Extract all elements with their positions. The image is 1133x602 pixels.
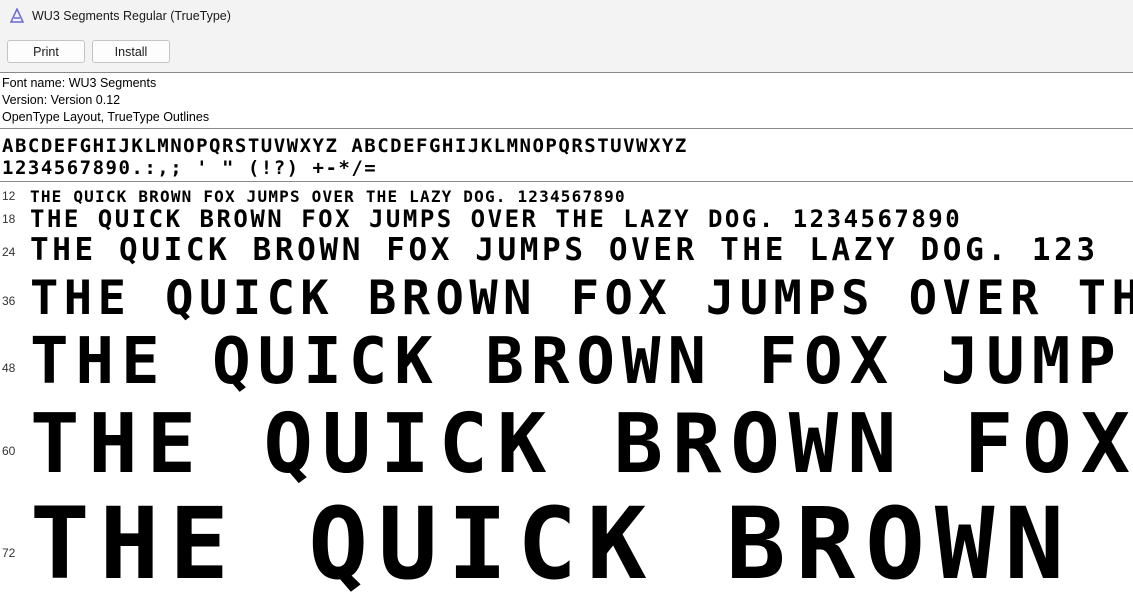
sample-line: THE QUICK BROWN FOX JUMP [30,325,1123,399]
size-label: 24 [2,245,16,259]
window-title: WU3 Segments Regular (TrueType) [32,9,231,23]
font-outline-type: OpenType Layout, TrueType Outlines [2,110,210,124]
size-label: 18 [2,212,16,226]
size-label: 12 [2,189,16,203]
charset-symbols: 1234567890.:,; ' " (!?) +-*/= [2,157,378,179]
font-version: Version: Version 0.12 [2,93,121,107]
size-label: 36 [2,294,16,308]
sample-line: THE QUICK BROWN [30,487,1075,602]
character-set: ABCDEFGHIJKLMNOPQRSTUVWXYZ ABCDEFGHIJKLM… [2,135,688,179]
font-info: Font name: WU3 Segments Version: Version… [2,75,209,126]
font-viewer-icon [9,8,25,24]
print-button[interactable]: Print [7,40,85,63]
sample-line: THE QUICK BROWN FOX JUMPS OVER THE LAZY … [30,205,963,233]
toolbar: Print Install [0,32,1133,73]
sample-line: THE QUICK BROWN FOX JUMPS OVER THE LAZY … [30,232,1099,268]
title-bar: WU3 Segments Regular (TrueType) [0,0,1133,32]
sample-line: THE QUICK BROWN FOX JUMPS OVER TH [30,271,1133,326]
size-label: 72 [2,546,16,560]
size-label: 60 [2,444,16,458]
size-label: 48 [2,361,16,375]
install-button[interactable]: Install [92,40,170,63]
sample-line: THE QUICK BROWN FOX [30,397,1133,492]
sample-line: THE QUICK BROWN FOX JUMPS OVER THE LAZY … [30,187,626,206]
divider [0,128,1133,129]
charset-letters: ABCDEFGHIJKLMNOPQRSTUVWXYZ ABCDEFGHIJKLM… [2,135,688,157]
divider [0,181,1133,182]
font-name: Font name: WU3 Segments [2,76,157,90]
